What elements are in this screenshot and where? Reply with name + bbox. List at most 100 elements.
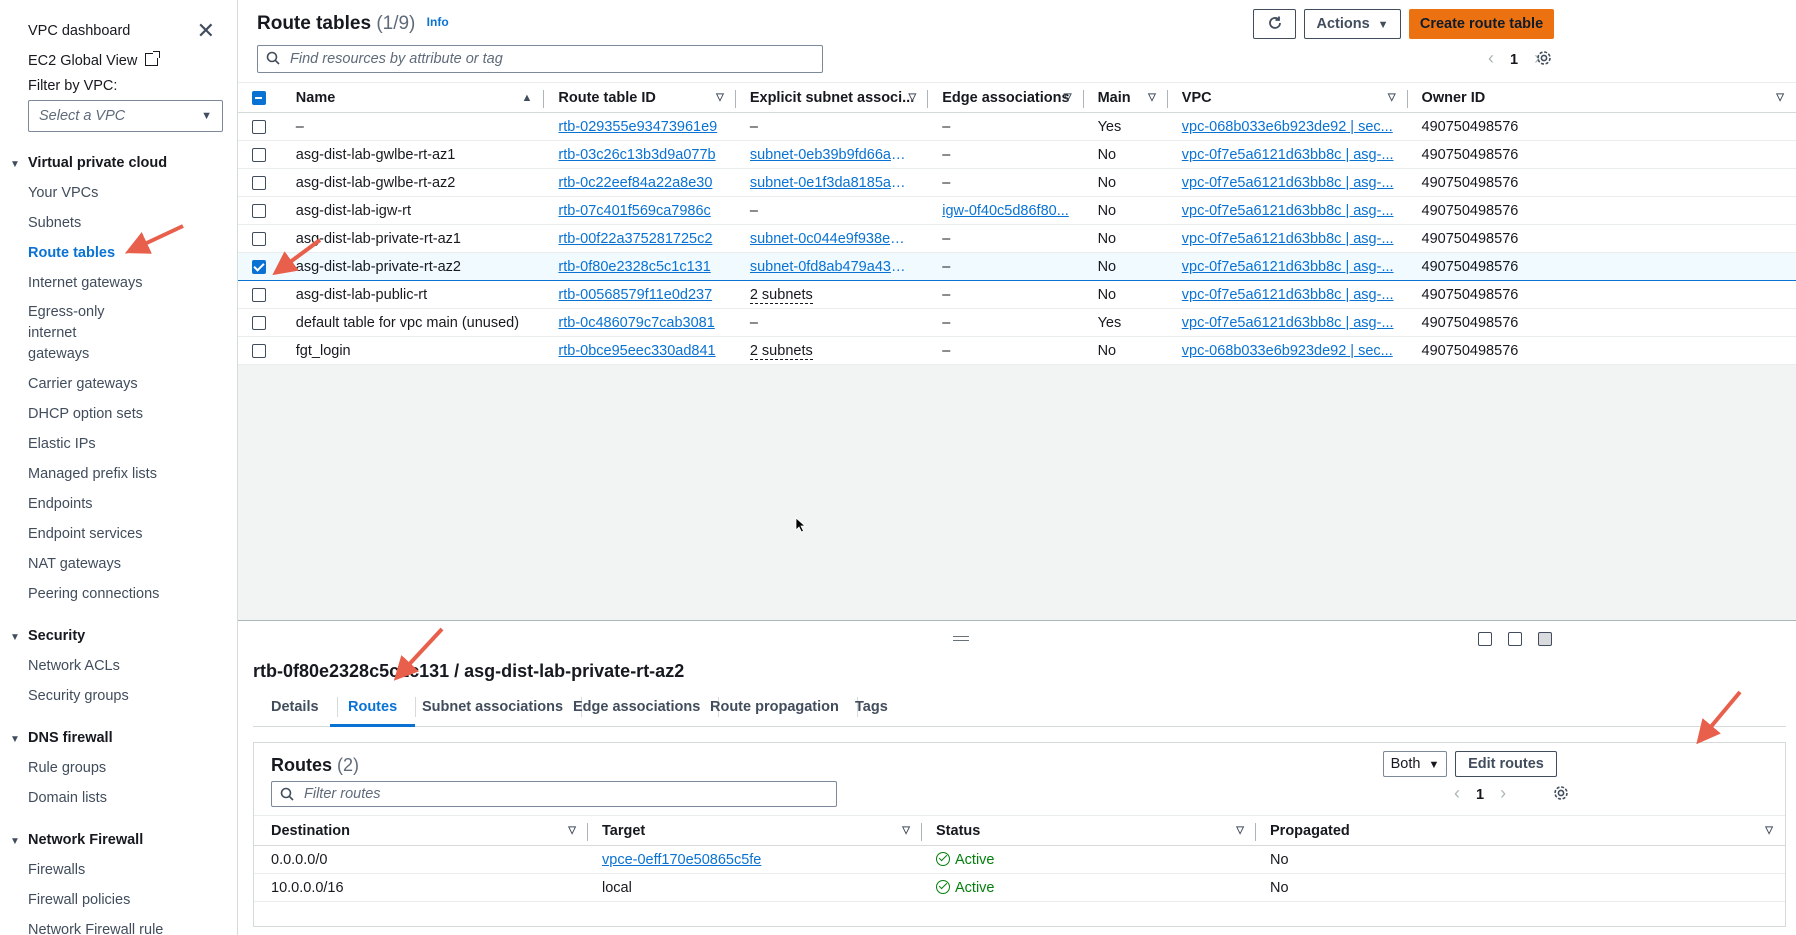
row-checkbox[interactable] — [252, 147, 266, 162]
vpc-link[interactable]: vpc-0f7e5a6121d63bb8c | asg-... — [1182, 231, 1394, 247]
sidebar-item-managed-prefix-lists[interactable]: Managed prefix lists — [0, 463, 237, 485]
sidebar-item-subnets[interactable]: Subnets — [0, 212, 237, 234]
settings-gear-icon[interactable] — [1536, 50, 1552, 66]
column-header-destination[interactable]: Destination ▽ — [254, 815, 588, 846]
prev-page-icon[interactable]: ‹ — [1488, 48, 1494, 69]
resize-handle[interactable] — [953, 636, 969, 641]
sidebar-item-dhcp-option-sets[interactable]: DHCP option sets — [0, 403, 237, 425]
vpc-dashboard-link[interactable]: VPC dashboard ✕ — [0, 16, 237, 46]
sidebar-item-egress-only-internet-gateways[interactable]: Egress-only internet gateways — [0, 302, 160, 365]
row-checkbox[interactable] — [252, 119, 266, 134]
sidebar-item-firewalls[interactable]: Firewalls — [0, 859, 237, 881]
page-number[interactable]: 1 — [1510, 52, 1518, 68]
edit-routes-button[interactable]: Edit routes — [1455, 751, 1557, 777]
subnet-count[interactable]: 2 subnets — [749, 342, 813, 360]
table-row[interactable]: asg-dist-lab-public-rt rtb-00568579f11e0d… — [238, 280, 1796, 309]
edge-association-link[interactable]: igw-0f40c5d86f80... — [942, 203, 1069, 219]
tab-tags[interactable]: Tags — [837, 687, 906, 727]
column-header-propagated[interactable]: Propagated ▽ — [1256, 815, 1785, 846]
tab-route-propagation[interactable]: Route propagation — [692, 687, 858, 727]
close-icon[interactable]: ✕ — [197, 20, 215, 42]
column-header-status[interactable]: Status ▽ — [922, 815, 1256, 846]
sidebar-item-endpoint-services[interactable]: Endpoint services — [0, 523, 237, 545]
sidebar-item-firewall-policies[interactable]: Firewall policies — [0, 889, 237, 911]
sidebar-item-security-groups[interactable]: Security groups — [0, 685, 237, 707]
sidebar-item-route-tables[interactable]: Route tables — [0, 242, 237, 264]
sidebar-item-domain-lists[interactable]: Domain lists — [0, 787, 237, 809]
panel-bottom-icon[interactable] — [1478, 632, 1492, 646]
sidebar-item-your-vpcs[interactable]: Your VPCs — [0, 182, 237, 204]
nav-section-title[interactable]: ▼ DNS firewall — [0, 727, 237, 749]
vpc-filter-select[interactable]: Select a VPC ▼ — [28, 100, 223, 132]
column-header-vpc[interactable]: VPC ▽ — [1167, 82, 1408, 113]
route-table-id-link[interactable]: rtb-0c486079c7cab3081 — [558, 315, 714, 331]
route-table-id-link[interactable]: rtb-07c401f569ca7986c — [558, 203, 710, 219]
select-all-checkbox[interactable] — [252, 90, 266, 105]
info-link[interactable]: Info — [427, 15, 449, 29]
subnet-link[interactable]: subnet-0c044e9f938eabc... — [750, 231, 910, 247]
nav-section-title[interactable]: ▼ Virtual private cloud — [0, 152, 237, 174]
table-row[interactable]: asg-dist-lab-private-rt-az1 rtb-00f22a375… — [238, 224, 1796, 253]
actions-button[interactable]: Actions ▼ — [1304, 9, 1401, 39]
row-checkbox[interactable] — [252, 203, 266, 218]
route-table-id-link[interactable]: rtb-00568579f11e0d237 — [558, 287, 712, 303]
vpc-link[interactable]: vpc-0f7e5a6121d63bb8c | asg-... — [1182, 315, 1394, 331]
panel-full-icon[interactable] — [1538, 632, 1552, 646]
vpc-link[interactable]: vpc-0f7e5a6121d63bb8c | asg-... — [1182, 147, 1394, 163]
ec2-global-view-link[interactable]: EC2 Global View — [0, 46, 237, 76]
route-table-id-link[interactable]: rtb-029355e93473961e9 — [558, 119, 717, 135]
routes-page-number[interactable]: 1 — [1476, 787, 1484, 803]
refresh-button[interactable] — [1253, 9, 1296, 39]
row-checkbox[interactable] — [252, 315, 266, 330]
vpc-link[interactable]: vpc-068b033e6b923de92 | sec... — [1182, 343, 1393, 359]
column-header-name[interactable]: Name ▲ — [281, 82, 545, 113]
table-row[interactable]: – rtb-029355e93473961e9– – Yes vpc-068b033e6… — [238, 112, 1796, 141]
tab-routes[interactable]: Routes — [330, 687, 417, 727]
table-row[interactable]: asg-dist-lab-igw-rt rtb-07c401f569ca7986c… — [238, 196, 1796, 225]
tab-details[interactable]: Details — [253, 687, 338, 727]
route-tables-search[interactable]: Find resources by attribute or tag — [257, 45, 823, 73]
route-table-id-link[interactable]: rtb-00f22a375281725c2 — [558, 231, 712, 247]
row-checkbox[interactable] — [252, 343, 266, 358]
subnet-count[interactable]: 2 subnets — [749, 286, 813, 304]
table-row[interactable]: default table for vpc main (unused) rtb-0… — [238, 308, 1796, 337]
column-header-target[interactable]: Target ▽ — [588, 815, 922, 846]
routes-search[interactable]: Filter routes — [271, 781, 837, 807]
vpc-link[interactable]: vpc-068b033e6b923de92 | sec... — [1182, 119, 1393, 135]
route-table-id-link[interactable]: rtb-0bce95eec330ad841 — [558, 343, 715, 359]
row-checkbox[interactable] — [252, 259, 266, 274]
route-table-id-link[interactable]: rtb-0f80e2328c5c1c131 — [558, 259, 710, 275]
vpc-link[interactable]: vpc-0f7e5a6121d63bb8c | asg-... — [1182, 175, 1394, 191]
table-row[interactable]: asg-dist-lab-private-rt-az2 rtb-0f80e2328… — [238, 252, 1796, 281]
panel-side-icon[interactable] — [1508, 632, 1522, 646]
subnet-link[interactable]: subnet-0fd8ab479a430e... — [750, 259, 910, 275]
vpc-link[interactable]: vpc-0f7e5a6121d63bb8c | asg-... — [1182, 259, 1394, 275]
next-page-icon[interactable]: › — [1500, 783, 1506, 804]
table-row[interactable]: asg-dist-lab-gwlbe-rt-az2 rtb-0c22eef84a2… — [238, 168, 1796, 197]
subnet-link[interactable]: subnet-0e1f3da8185a2f5... — [750, 175, 910, 191]
target-link[interactable]: vpce-0eff170e50865c5fe — [602, 852, 761, 868]
sidebar-item-rule-groups[interactable]: Rule groups — [0, 757, 237, 779]
prev-page-icon[interactable]: ‹ — [1454, 783, 1460, 804]
sidebar-item-carrier-gateways[interactable]: Carrier gateways — [0, 373, 237, 395]
column-header-explicit-subnet[interactable]: Explicit subnet associ... ▽ — [735, 82, 929, 113]
vpc-link[interactable]: vpc-0f7e5a6121d63bb8c | asg-... — [1182, 203, 1394, 219]
routes-settings-gear-icon[interactable] — [1553, 785, 1569, 801]
table-row[interactable]: fgt_login rtb-0bce95eec330ad841 2 subnets –… — [238, 336, 1796, 365]
create-route-table-button[interactable]: Create route table — [1409, 9, 1554, 39]
column-header-edge-associations[interactable]: Edge associations ▽ — [928, 82, 1084, 113]
row-checkbox[interactable] — [252, 287, 266, 302]
column-header-owner-id[interactable]: Owner ID ▽ — [1407, 82, 1796, 113]
route-table-id-link[interactable]: rtb-0c22eef84a22a8e30 — [558, 175, 712, 191]
sidebar-item-network-acls[interactable]: Network ACLs — [0, 655, 237, 677]
subnet-link[interactable]: subnet-0eb39b9fd66ad4... — [750, 147, 910, 163]
row-checkbox[interactable] — [252, 231, 266, 246]
row-checkbox[interactable] — [252, 175, 266, 190]
sidebar-item-nat-gateways[interactable]: NAT gateways — [0, 553, 237, 575]
nav-section-title[interactable]: ▼ Security — [0, 625, 237, 647]
sidebar-item-peering-connections[interactable]: Peering connections — [0, 583, 237, 605]
table-row[interactable]: asg-dist-lab-gwlbe-rt-az1 rtb-03c26c13b3d… — [238, 140, 1796, 169]
sidebar-item-endpoints[interactable]: Endpoints — [0, 493, 237, 515]
sidebar-item-internet-gateways[interactable]: Internet gateways — [0, 272, 237, 294]
nav-section-title[interactable]: ▼ Network Firewall — [0, 829, 237, 851]
